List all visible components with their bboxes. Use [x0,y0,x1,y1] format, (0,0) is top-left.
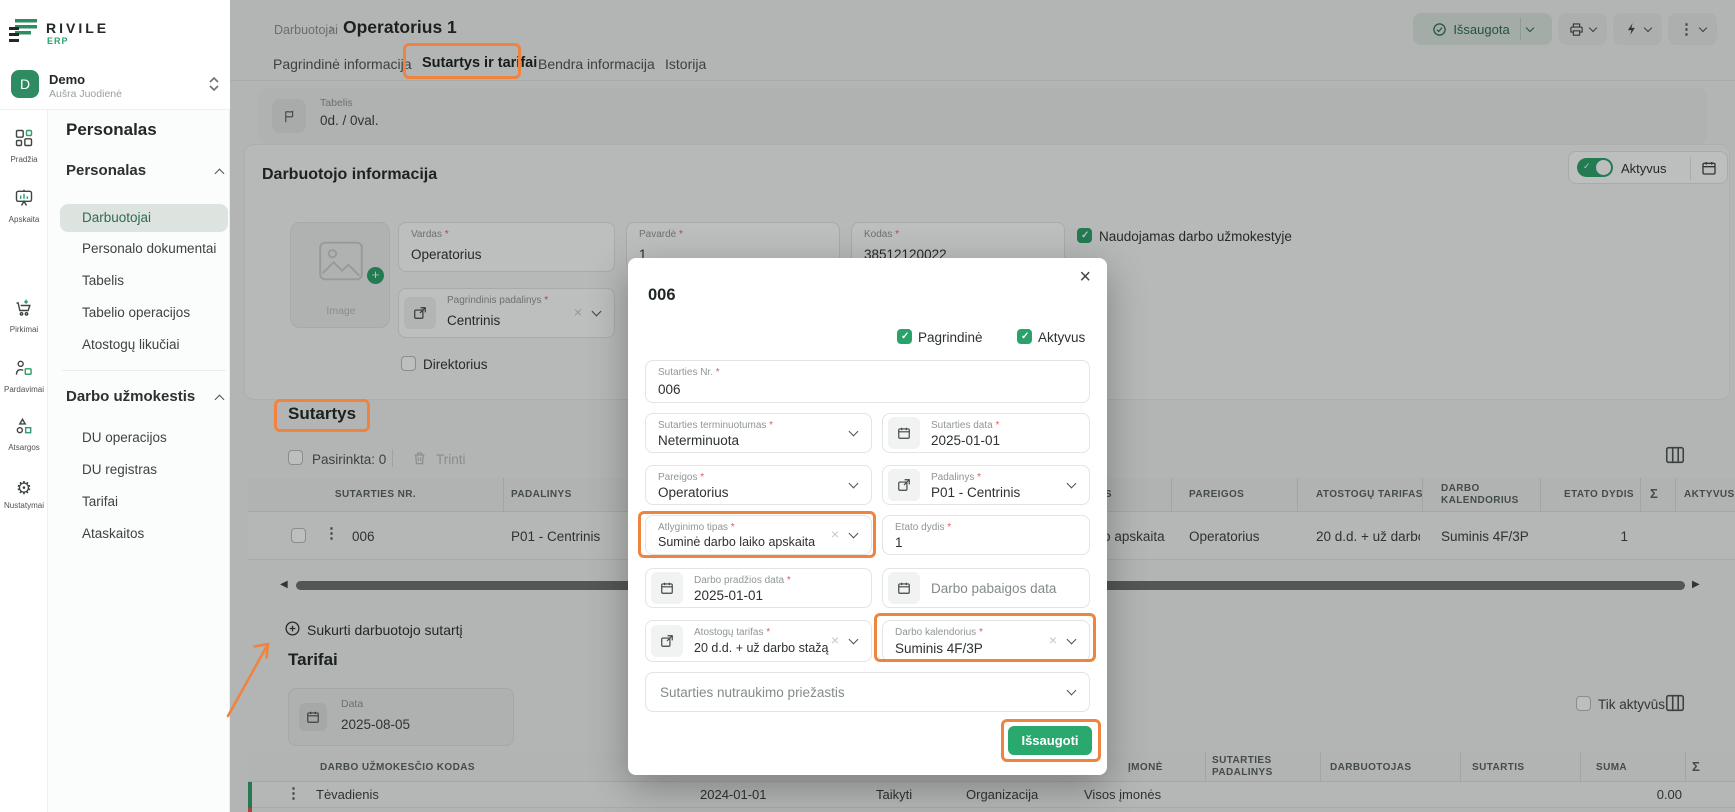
inventory-icon [14,416,34,436]
atostogu-tarifas-field[interactable]: Atostogų tarifas 20 d.d. + už darbo staž… [645,620,872,662]
terminuotumas-field[interactable]: Sutarties terminuotumas Neterminuota [645,413,872,453]
etato-dydis-value: 1 [895,535,903,550]
sidebar-item-tarifai[interactable]: Tarifai [82,494,118,509]
nutraukimo-placeholder: Sutarties nutraukimo priežastis [660,685,845,700]
chevron-down-icon[interactable] [849,479,859,489]
aktyvus-label: Aktyvus [1038,330,1085,345]
chevron-down-icon[interactable] [849,427,859,437]
close-icon[interactable]: × [1079,266,1091,289]
brand-name: RIVILE [46,20,109,36]
clear-icon[interactable]: × [831,632,839,648]
rail-label: Pardavimai [0,385,48,394]
divider [62,370,226,371]
gear-icon: ⚙ [16,478,32,498]
sidebar-item-atsargos[interactable]: Atsargos [0,416,48,452]
calendar-icon[interactable] [888,417,920,449]
sutarties-data-field[interactable]: Sutarties data 2025-01-01 [882,413,1090,453]
cart-icon [14,298,34,318]
darbo-pabaigos-field[interactable]: Darbo pabaigos data [882,568,1090,608]
panel-title: Personalas [66,120,157,140]
pagrindine-checkbox[interactable] [897,329,912,344]
sidebar-item-du-operacijos[interactable]: DU operacijos [82,430,167,445]
rivile-logo-icon [9,16,41,46]
darbo-pradzios-value: 2025-01-01 [694,588,763,603]
sutarties-nr-label: Sutarties Nr. [658,367,720,378]
section-darbo-uzmokestis[interactable]: Darbo užmokestis [66,388,195,405]
sidebar-item-nustatymai[interactable]: ⚙ Nustatymai [0,478,48,510]
darbo-pradzios-label: Darbo pradžios data [694,575,791,586]
sidebar-item-pradzia[interactable]: Pradžia [0,128,48,164]
sidebar-item-atostogu-likuciai[interactable]: Atostogų likučiai [82,337,180,352]
user-subtitle: Aušra Juodienė [49,88,122,100]
darbo-pabaigos-placeholder: Darbo pabaigos data [931,581,1056,596]
annotation-sutartys-highlight [274,399,370,432]
sidebar-icon-rail [0,0,48,812]
calendar-icon[interactable] [888,572,920,604]
annotation-tab-highlight [403,43,521,79]
app-window: RIVILE ERP D Demo Aušra Juodienė Pradžia… [0,0,1735,812]
annotation-kalendorius-highlight [874,613,1096,662]
brand-sub: ERP [47,36,69,46]
rail-label: Apskaita [0,215,48,224]
sales-icon [14,358,34,378]
etato-dydis-label: Etato dydis [895,522,951,533]
section-personalas[interactable]: Personalas [66,162,146,179]
rail-label: Pirkimai [0,325,48,334]
padalinys-field[interactable]: Padalinys P01 - Centrinis [882,465,1090,505]
sutarties-nr-value: 006 [658,382,681,397]
atostogu-tarifas-label: Atostogų tarifas [694,627,770,638]
sutarties-data-label: Sutarties data [931,420,999,431]
external-link-icon[interactable] [651,625,683,657]
sidebar-item-du-registras[interactable]: DU registras [82,462,157,477]
terminuotumas-value: Neterminuota [658,433,739,448]
sidebar-item-pardavimai[interactable]: Pardavimai [0,358,48,394]
external-link-icon[interactable] [888,469,920,501]
rail-label: Nustatymai [0,501,48,510]
chevron-down-icon[interactable] [849,635,859,645]
sidebar-item-tabelio-operacijos[interactable]: Tabelio operacijos [82,305,190,320]
user-switcher-icon[interactable] [208,76,220,92]
rail-label: Atsargos [0,443,48,452]
annotation-save-highlight [1001,719,1101,762]
sutarties-data-value: 2025-01-01 [931,433,1000,448]
calendar-icon[interactable] [651,572,683,604]
darbo-pradzios-field[interactable]: Darbo pradžios data 2025-01-01 [645,568,872,608]
dashboard-icon [14,128,34,148]
sidebar-item-pirkimai[interactable]: Pirkimai [0,298,48,334]
modal-title: 006 [648,286,676,305]
sidebar-item-ataskaitos[interactable]: Ataskaitos [82,526,144,541]
sidebar-header: RIVILE ERP D Demo Aušra Juodienė [0,0,230,110]
pareigos-value: Operatorius [658,485,729,500]
annotation-arrow [216,628,282,724]
sidebar-item-darbuotojai-label[interactable]: Darbuotojai [82,210,151,225]
avatar[interactable]: D [11,70,39,98]
terminuotumas-label: Sutarties terminuotumas [658,420,773,431]
aktyvus-checkbox[interactable] [1017,329,1032,344]
pareigos-label: Pareigos [658,472,704,483]
pareigos-field[interactable]: Pareigos Operatorius [645,465,872,505]
padalinys-label: Padalinys [931,472,981,483]
rail-label: Pradžia [0,155,48,164]
annotation-atlyginimo-highlight [638,511,876,558]
user-name: Demo [49,72,85,87]
atostogu-tarifas-value: 20 d.d. + už darbo stažą [694,641,828,655]
chevron-down-icon[interactable] [1067,479,1077,489]
report-board-icon [14,188,34,208]
pagrindine-label: Pagrindinė [918,330,983,345]
sidebar-item-tabelis[interactable]: Tabelis [82,273,124,288]
chevron-down-icon[interactable] [1067,686,1077,696]
nutraukimo-field[interactable]: Sutarties nutraukimo priežastis [645,672,1090,712]
sidebar-item-personalo-dokumentai[interactable]: Personalo dokumentai [82,241,216,256]
etato-dydis-field[interactable]: Etato dydis 1 [882,515,1090,555]
sidebar-item-apskaita[interactable]: Apskaita [0,188,48,224]
padalinys-value: P01 - Centrinis [931,485,1020,500]
sutarties-nr-field[interactable]: Sutarties Nr. 006 [645,360,1090,403]
